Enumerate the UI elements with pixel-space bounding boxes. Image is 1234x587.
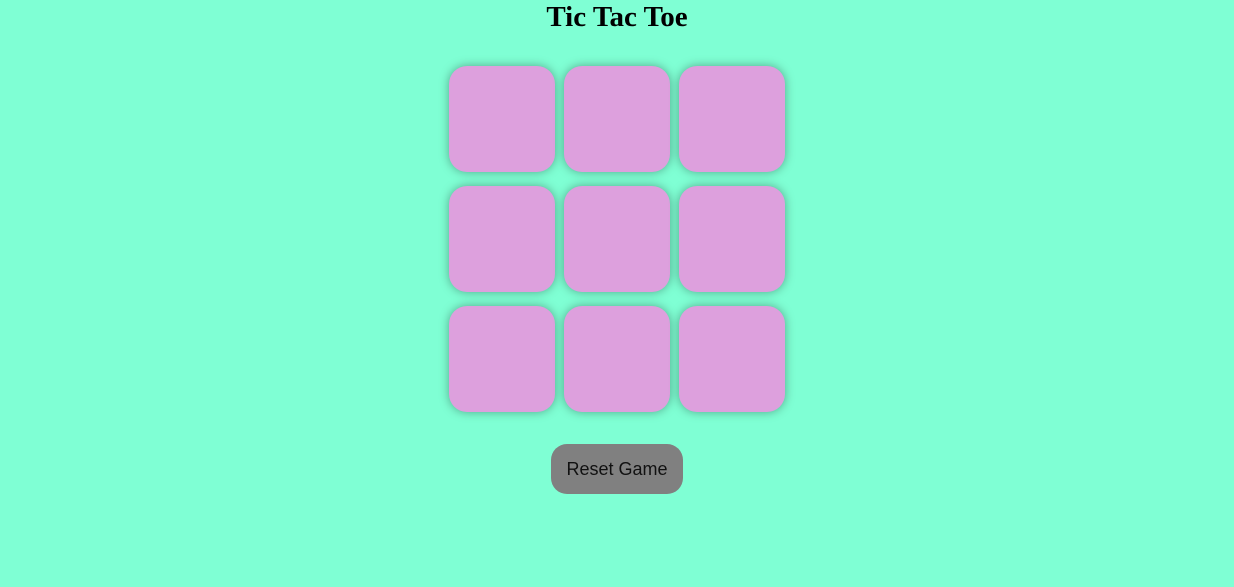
reset-game-button[interactable]: Reset Game: [551, 444, 683, 494]
board-cell-5[interactable]: [564, 186, 670, 292]
board-cell-6[interactable]: [679, 186, 785, 292]
page-title: Tic Tac Toe: [546, 1, 688, 33]
game-board: [449, 66, 785, 412]
board-cell-4[interactable]: [449, 186, 555, 292]
board-cell-2[interactable]: [564, 66, 670, 172]
board-cell-1[interactable]: [449, 66, 555, 172]
game-page: Tic Tac Toe Reset Game: [0, 0, 1234, 587]
board-cell-7[interactable]: [449, 306, 555, 412]
board-cell-3[interactable]: [679, 66, 785, 172]
board-cell-9[interactable]: [679, 306, 785, 412]
board-cell-8[interactable]: [564, 306, 670, 412]
